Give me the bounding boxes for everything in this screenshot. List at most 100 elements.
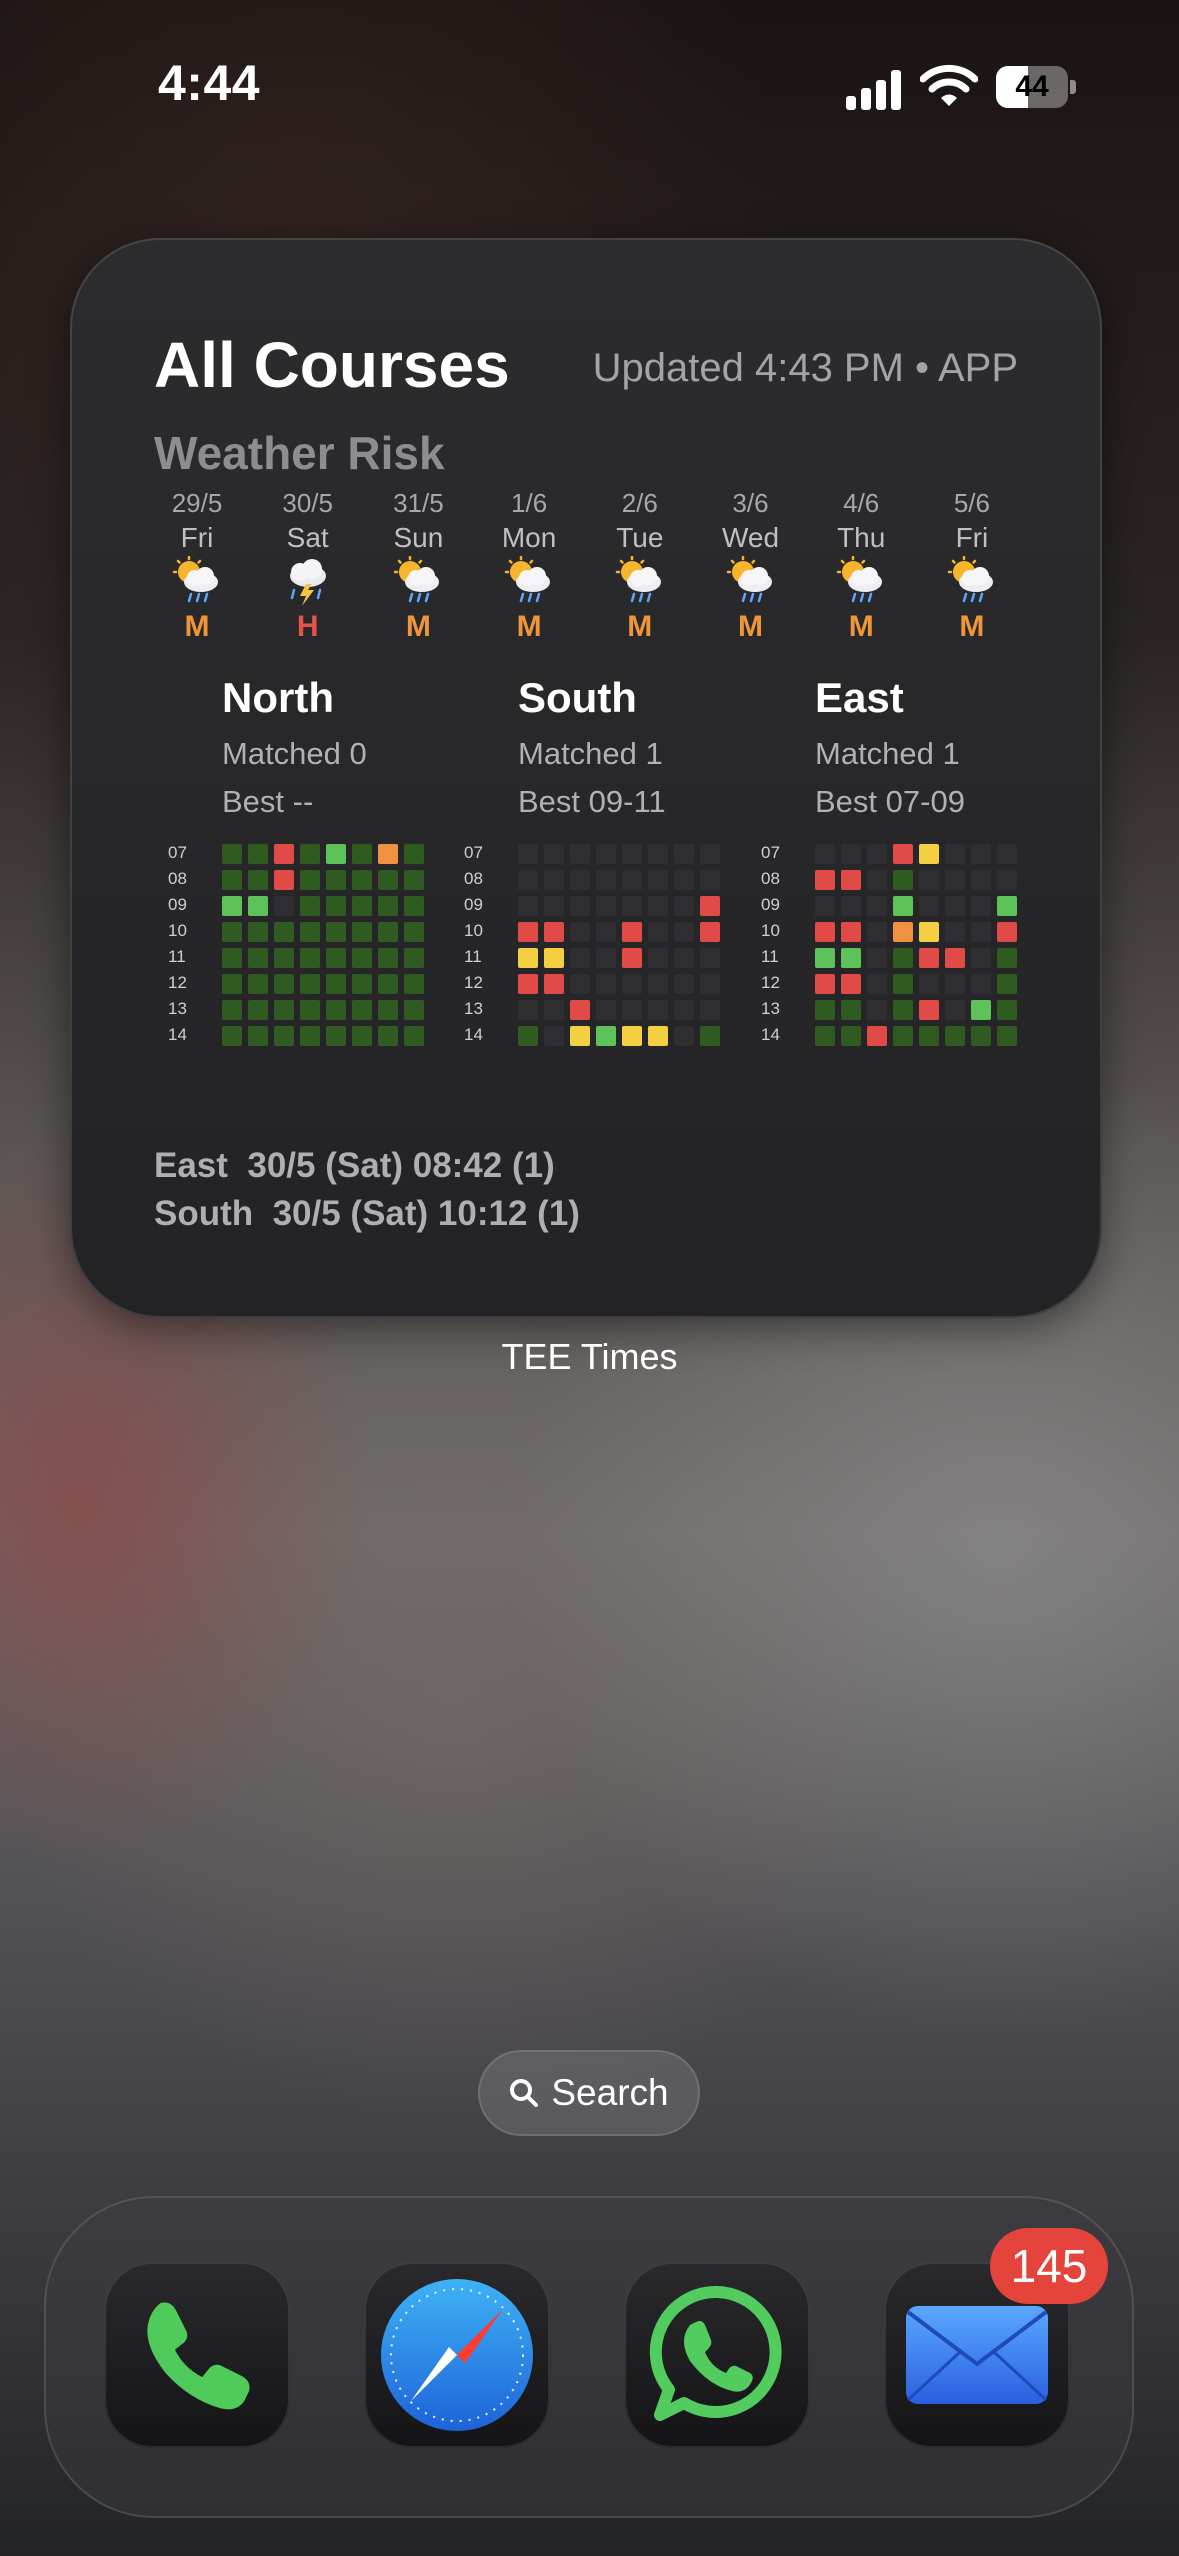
hour-label: 11 <box>168 947 186 966</box>
hour-label: 10 <box>168 921 187 940</box>
weather-day: 3/6 Wed M <box>696 486 806 646</box>
weather-date: 2/6 <box>621 488 658 518</box>
heatmap-cell <box>893 974 913 994</box>
heatmap-cell <box>893 1000 913 1020</box>
compass-icon <box>381 2279 533 2431</box>
heatmap-cell <box>674 1000 694 1020</box>
heatmap-cell <box>841 948 861 968</box>
heatmap-cell <box>674 1026 694 1046</box>
heatmap-cell <box>815 922 835 942</box>
heatmap-cell <box>352 1026 372 1046</box>
heatmap-cell <box>945 922 965 942</box>
heatmap-cell <box>352 896 372 916</box>
heatmap-cell <box>326 974 346 994</box>
wifi-icon <box>919 64 979 113</box>
heatmap-cell <box>222 948 242 968</box>
heatmap-cell <box>622 896 642 916</box>
heatmap-cell <box>867 922 887 942</box>
heatmap-cell <box>326 844 346 864</box>
heatmap-cell <box>300 974 320 994</box>
heatmap-cell <box>945 1000 965 1020</box>
heatmap-cell <box>596 974 616 994</box>
heatmap-cell <box>570 922 590 942</box>
heatmap-cell <box>222 922 242 942</box>
phone-app[interactable] <box>104 2262 290 2448</box>
heatmap-cell <box>919 870 939 890</box>
heatmap-cell <box>700 1026 720 1046</box>
sun-rain-icon <box>504 556 551 603</box>
heatmap-cell <box>971 896 991 916</box>
heatmap-cell <box>544 896 564 916</box>
heatmap-cell <box>518 896 538 916</box>
safari-app[interactable] <box>364 2262 550 2448</box>
heatmap-cell <box>997 896 1017 916</box>
heatmap-cell <box>248 844 268 864</box>
course-matched: Matched 1 <box>518 736 663 771</box>
hour-label: 11 <box>761 947 779 966</box>
widget-title: All Courses <box>154 329 510 401</box>
sun-rain-icon <box>615 556 661 603</box>
sun-rain-icon <box>836 556 883 603</box>
heatmap-cell <box>622 870 642 890</box>
search-button[interactable]: Search <box>478 2050 700 2136</box>
heatmap-cell <box>544 974 564 994</box>
whatsapp-app[interactable] <box>624 2262 810 2448</box>
weather-risk-level: M <box>959 610 985 643</box>
heatmap-cell <box>570 1000 590 1020</box>
course-best: Best 07-09 <box>815 784 965 819</box>
heatmap-cell <box>945 1026 965 1046</box>
hour-label: 11 <box>464 947 482 966</box>
heatmap-cell <box>222 1026 242 1046</box>
heatmap-cell <box>971 1000 991 1020</box>
weather-date: 30/5 <box>282 488 333 518</box>
heatmap-cell <box>570 870 590 890</box>
heatmap-cell <box>700 1000 720 1020</box>
sun-rain-icon <box>172 556 218 603</box>
hour-label: 09 <box>761 895 780 914</box>
heatmap-cell <box>893 896 913 916</box>
weather-date: 3/6 <box>732 488 769 518</box>
heatmap-cell <box>404 974 424 994</box>
heatmap-cell <box>674 974 694 994</box>
heatmap-cell <box>300 922 320 942</box>
heatmap-cell <box>919 1026 939 1046</box>
heatmap-cell <box>248 922 268 942</box>
heatmap-cell <box>326 1026 346 1046</box>
heatmap-cell <box>570 844 590 864</box>
heatmap-cell <box>648 1000 668 1020</box>
tee-times-widget[interactable]: All Courses Updated 4:43 PM • APP Weathe… <box>70 238 1102 1318</box>
heatmap-cell <box>352 948 372 968</box>
heatmap-cell <box>596 1000 616 1020</box>
heatmap-cell <box>841 1000 861 1020</box>
heatmap-cell <box>596 844 616 864</box>
weather-date: 29/5 <box>171 488 223 518</box>
heatmap-cell <box>404 948 424 968</box>
heatmap-cell <box>300 1026 320 1046</box>
heatmap-cell <box>352 870 372 890</box>
weather-weekday: Sun <box>393 522 444 553</box>
heatmap-cell <box>700 922 720 942</box>
course-name: East <box>815 674 904 721</box>
heatmap-cell <box>544 870 564 890</box>
heatmap-cell <box>919 1000 939 1020</box>
heatmap-cell <box>622 1000 642 1020</box>
hour-label: 07 <box>761 843 780 862</box>
widget-label: TEE Times <box>501 1336 678 1377</box>
heatmap-cell <box>248 974 268 994</box>
heatmap-cell <box>997 1026 1017 1046</box>
heatmap-cell <box>622 974 642 994</box>
heatmap-cell <box>674 896 694 916</box>
sun-rain-icon <box>947 556 993 603</box>
heatmap-cell <box>648 1026 668 1046</box>
course-best: Best -- <box>222 784 314 819</box>
heatmap-cell <box>815 870 835 890</box>
heatmap-cell <box>326 870 346 890</box>
heatmap-cell <box>404 1000 424 1020</box>
heatmap-cell <box>815 974 835 994</box>
weather-risk-level: M <box>738 610 763 643</box>
hour-label: 08 <box>168 869 187 888</box>
hour-label: 13 <box>761 999 780 1018</box>
heatmap-cell <box>700 896 720 916</box>
weather-risk-level: M <box>848 610 874 643</box>
heatmap-cell <box>945 870 965 890</box>
